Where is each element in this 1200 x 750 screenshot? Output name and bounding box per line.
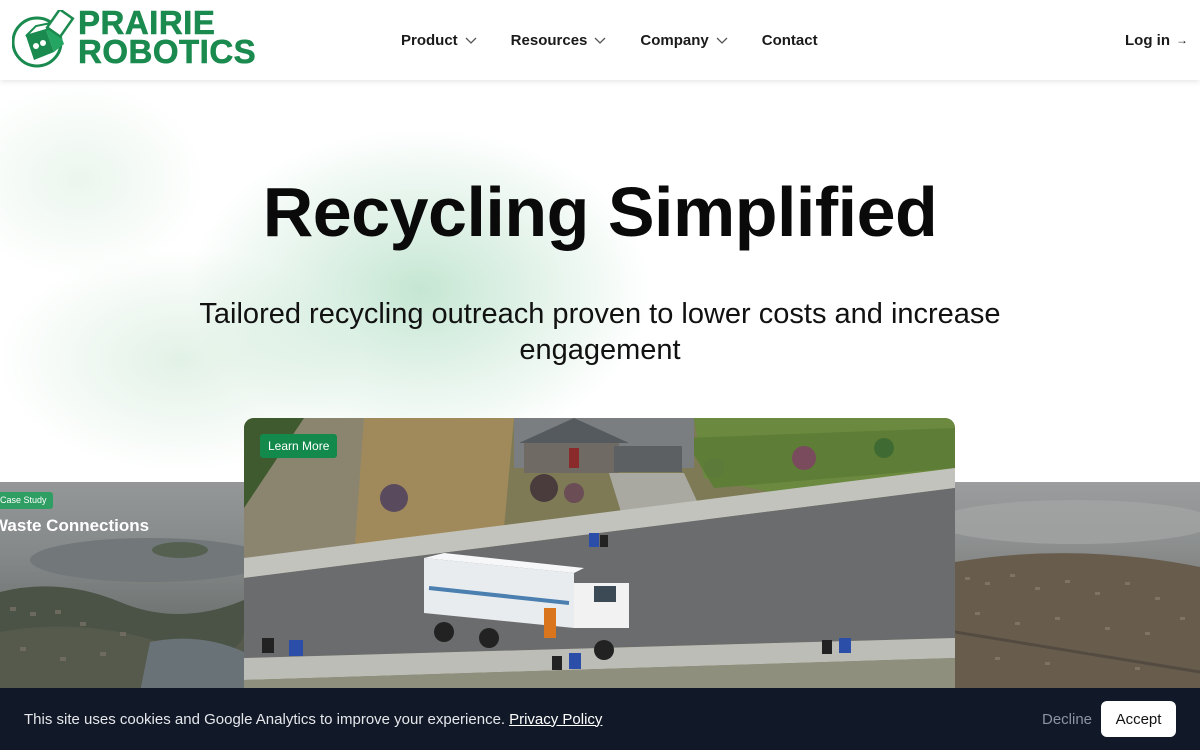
chevron-down-icon — [716, 37, 728, 44]
learn-more-button[interactable]: Learn More — [260, 434, 338, 458]
site-header: PRAIRIE ROBOTICS Product Resources Compa… — [0, 0, 1200, 80]
cookie-banner: This site uses cookies and Google Analyt… — [0, 688, 1200, 750]
cookie-message: This site uses cookies and Google Analyt… — [24, 688, 602, 750]
nav-item-contact[interactable]: Contact — [762, 32, 818, 49]
carousel-card-right[interactable] — [955, 482, 1200, 692]
case-study-title: Waste Connections — [0, 516, 150, 535]
privacy-policy-link[interactable]: Privacy Policy — [509, 711, 602, 728]
carousel-card-waste-connections[interactable]: Case Study Waste Connections — [0, 482, 244, 692]
nav-item-resources[interactable]: Resources — [511, 32, 608, 49]
accept-button[interactable]: Accept — [1101, 701, 1176, 737]
nav-item-label: Product — [401, 31, 458, 49]
chevron-down-icon — [594, 37, 606, 44]
nav-item-label: Company — [640, 31, 709, 49]
brand-name: PRAIRIE ROBOTICS — [78, 6, 257, 70]
case-study-badge: Case Study — [0, 492, 53, 509]
nav-item-label: Resources — [510, 31, 588, 49]
nav-item-company[interactable]: Company — [640, 32, 728, 49]
login-label: Log in — [1125, 31, 1170, 49]
cookie-text: This site uses cookies and Google Analyt… — [24, 710, 506, 728]
main-nav: Product Resources Company Contact — [401, 0, 851, 80]
card-overlay — [0, 482, 244, 692]
card-overlay — [955, 482, 1200, 692]
hero-title: Recycling Simplified — [262, 173, 938, 251]
recycling-bin-logo-icon — [12, 10, 75, 68]
brand-name-line2: ROBOTICS — [78, 33, 257, 70]
nav-item-product[interactable]: Product — [401, 32, 478, 49]
garbage-truck-street-photo — [244, 418, 955, 693]
hero-subtitle: Tailored recycling outreach proven to lo… — [199, 298, 1001, 366]
carousel-card-main[interactable]: Learn More — [244, 418, 955, 693]
nav-item-label: Contact — [761, 31, 818, 49]
brand-logo[interactable]: PRAIRIE ROBOTICS — [12, 6, 256, 70]
chevron-down-icon — [465, 37, 477, 44]
decline-button[interactable]: Decline — [1042, 688, 1092, 750]
arrow-right-icon: → — [1176, 33, 1188, 47]
login-link[interactable]: Log in → — [1125, 0, 1188, 80]
